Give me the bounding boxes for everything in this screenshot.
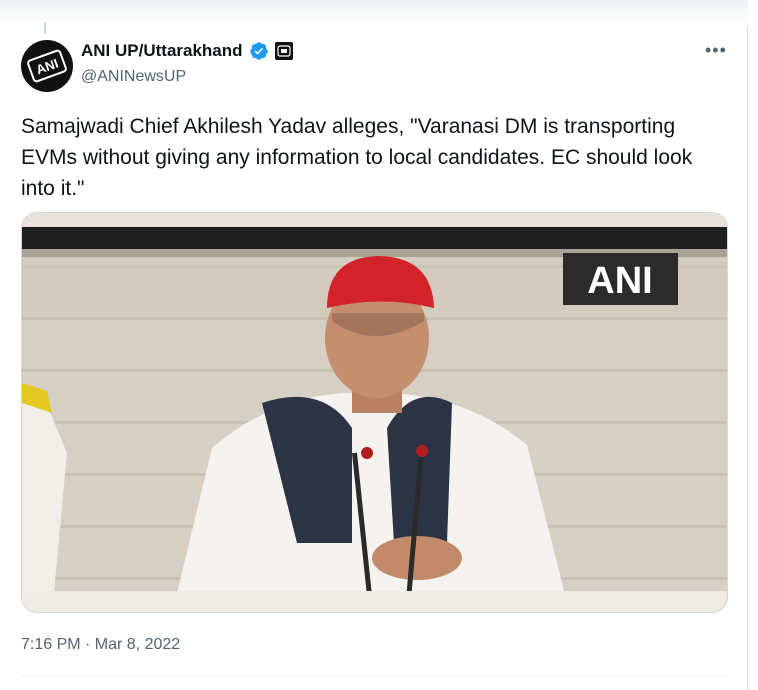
tweet-text: Samajwadi Chief Akhilesh Yadav alleges, … [21, 115, 693, 200]
tweet-card: ANI ANI UP/Uttarakhand @ANINewsUP ••• Sa… [0, 0, 748, 690]
ani-mini-logo-icon [276, 45, 291, 57]
previous-tweet-fade [0, 0, 748, 26]
more-options-icon[interactable]: ••• [705, 40, 727, 61]
verified-badge-icon [249, 42, 268, 60]
ani-watermark: ANI [587, 260, 652, 302]
avatar[interactable]: ANI [21, 40, 73, 92]
tweet-timestamp[interactable]: 7:16 PM · Mar 8, 2022 [21, 636, 180, 654]
ani-affiliate-badge-icon[interactable] [274, 42, 293, 60]
author-name[interactable]: ANI UP/Uttarakhand [81, 41, 243, 61]
thread-connector-line [44, 22, 46, 34]
avatar-logo: ANI [25, 48, 69, 84]
press-conference-photo: ANI [22, 213, 727, 612]
tweet-media-image[interactable]: ANI [21, 212, 728, 613]
author-row: ANI UP/Uttarakhand [81, 41, 293, 61]
author-handle[interactable]: @ANINewsUP [81, 68, 186, 86]
divider [21, 676, 727, 677]
